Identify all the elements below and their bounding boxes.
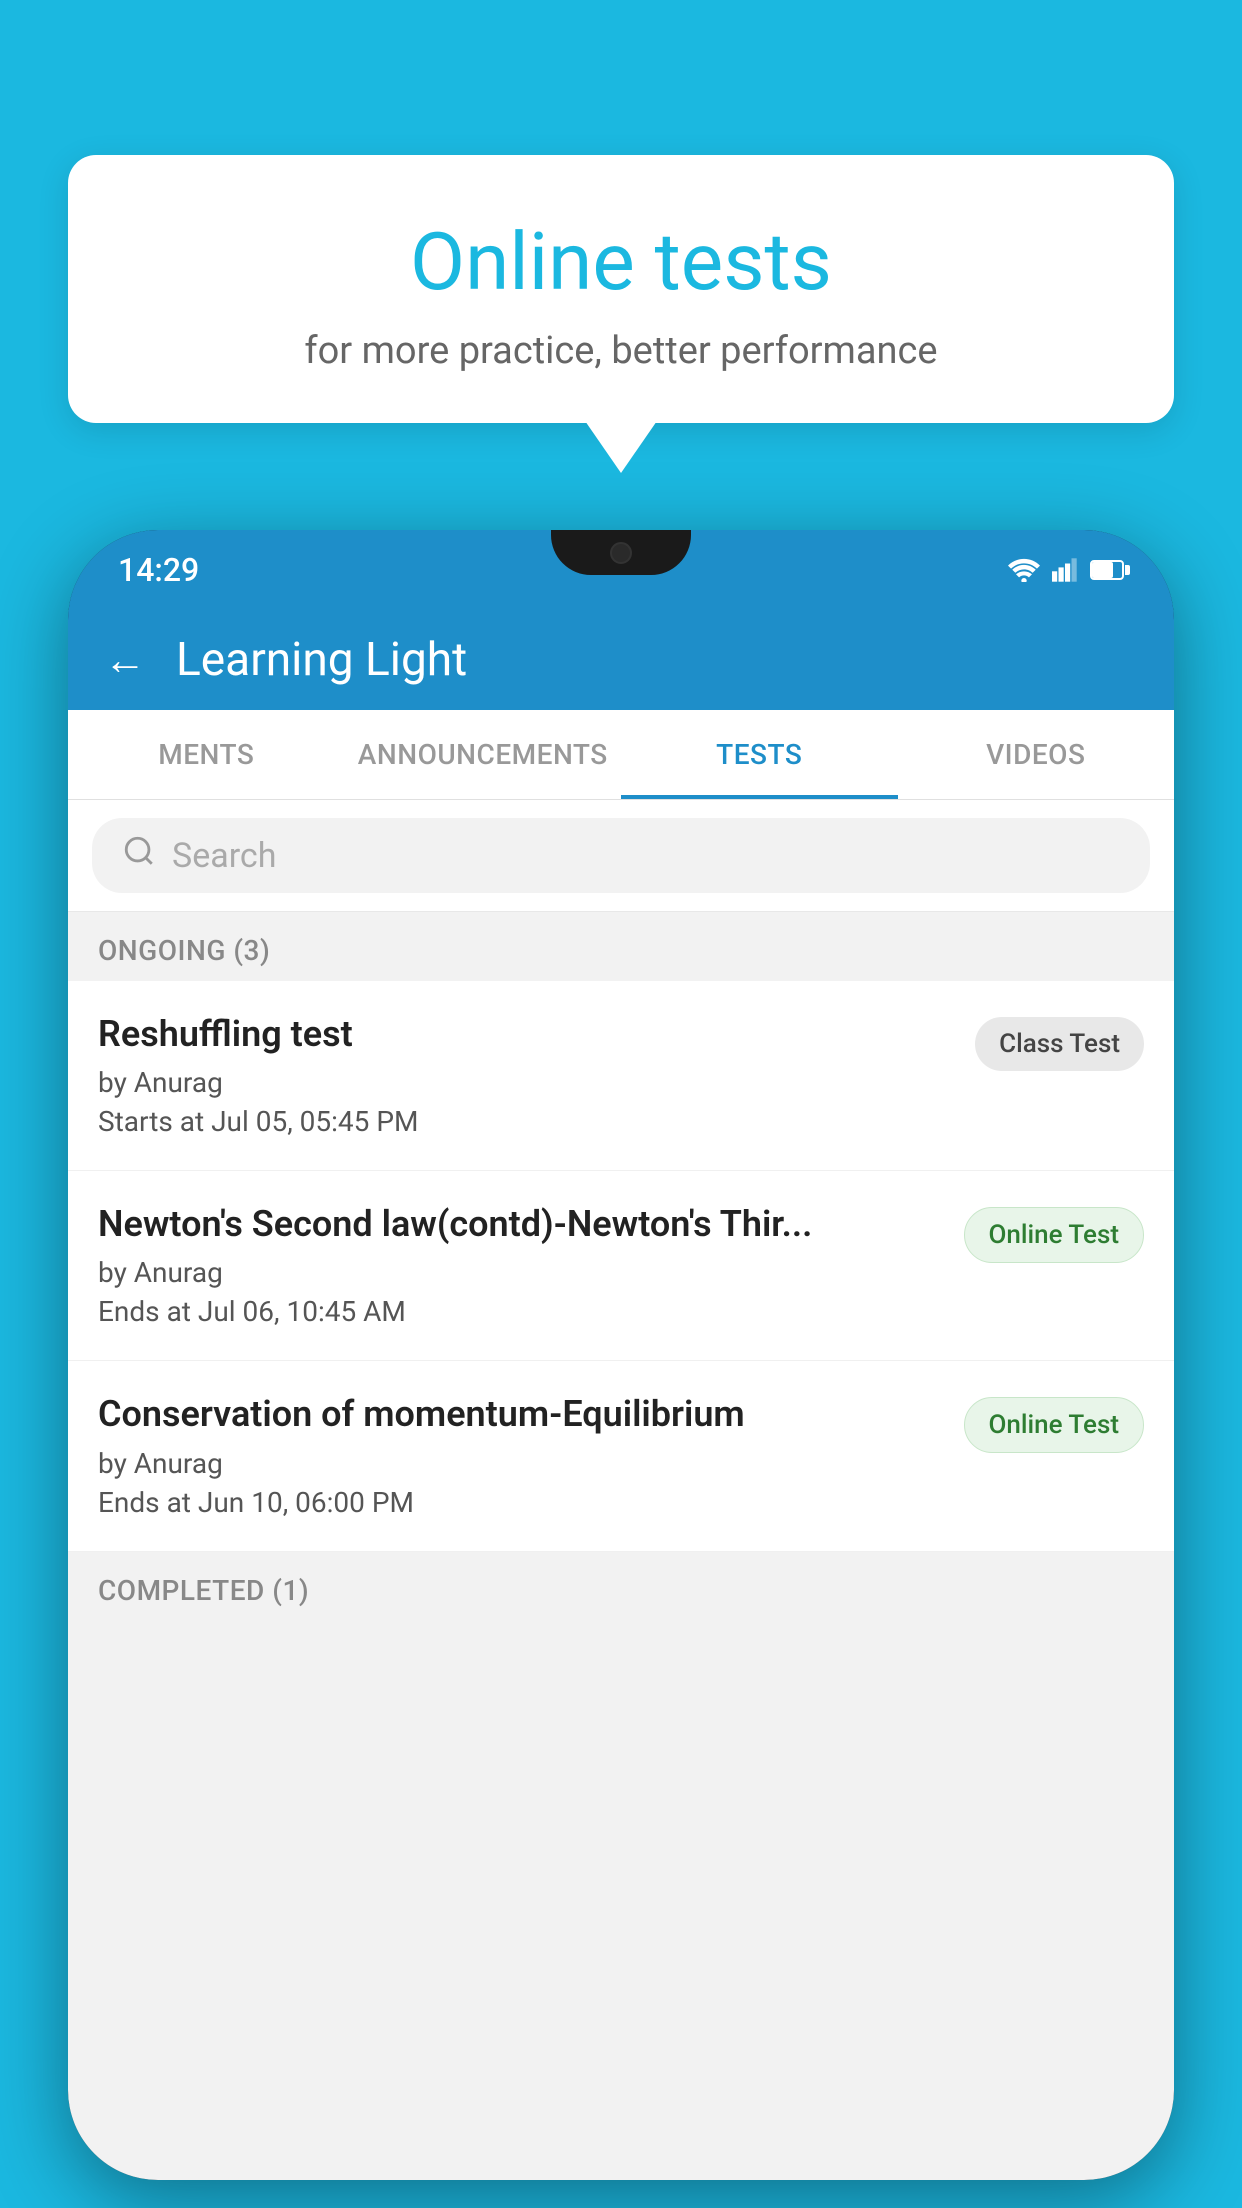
test-name: Conservation of momentum-Equilibrium [98,1393,944,1436]
test-badge: Online Test [964,1207,1145,1263]
test-badge: Class Test [975,1017,1144,1071]
camera [610,542,632,564]
search-placeholder: Search [172,836,276,876]
tab-bar: MENTS ANNOUNCEMENTS TESTS VIDEOS [68,710,1174,800]
search-bar[interactable]: Search [92,818,1150,893]
test-info: Newton's Second law(contd)-Newton's Thir… [98,1203,964,1328]
test-author: by Anurag [98,1066,955,1099]
battery-icon [1090,560,1124,580]
test-author: by Anurag [98,1447,944,1480]
phone-screen: Search ONGOING (3) Reshuffling test by A… [68,800,1174,2180]
test-name: Newton's Second law(contd)-Newton's Thir… [98,1203,944,1246]
ongoing-section-header: ONGOING (3) [68,912,1174,981]
test-time: Ends at Jul 06, 10:45 AM [98,1295,944,1328]
test-time: Starts at Jul 05, 05:45 PM [98,1105,955,1138]
clock: 14:29 [118,551,199,589]
tab-tests[interactable]: TESTS [621,710,898,799]
test-author: by Anurag [98,1256,944,1289]
app-title: Learning Light [176,633,467,687]
tab-announcements[interactable]: ANNOUNCEMENTS [345,710,622,799]
list-item[interactable]: Newton's Second law(contd)-Newton's Thir… [68,1171,1174,1361]
test-list: Reshuffling test by Anurag Starts at Jul… [68,981,1174,1552]
wifi-icon [1008,558,1040,582]
notch [551,530,691,575]
tab-videos[interactable]: VIDEOS [898,710,1175,799]
speech-bubble: Online tests for more practice, better p… [68,155,1174,423]
list-item[interactable]: Reshuffling test by Anurag Starts at Jul… [68,981,1174,1171]
test-badge: Online Test [964,1397,1145,1453]
test-info: Reshuffling test by Anurag Starts at Jul… [98,1013,975,1138]
test-info: Conservation of momentum-Equilibrium by … [98,1393,964,1518]
completed-section-header: COMPLETED (1) [68,1552,1174,1621]
search-icon [122,834,156,877]
list-item[interactable]: Conservation of momentum-Equilibrium by … [68,1361,1174,1551]
app-header: ← Learning Light [68,610,1174,710]
status-bar: 14:29 [68,530,1174,610]
test-name: Reshuffling test [98,1013,955,1056]
status-icons [1008,558,1124,582]
back-button[interactable]: ← [104,636,146,685]
bubble-title: Online tests [118,215,1124,309]
tab-ments[interactable]: MENTS [68,710,345,799]
test-time: Ends at Jun 10, 06:00 PM [98,1486,944,1519]
bubble-subtitle: for more practice, better performance [118,329,1124,373]
phone-frame: 14:29 ← Learning Light [68,530,1174,2180]
signal-icon [1052,558,1078,582]
search-container: Search [68,800,1174,912]
